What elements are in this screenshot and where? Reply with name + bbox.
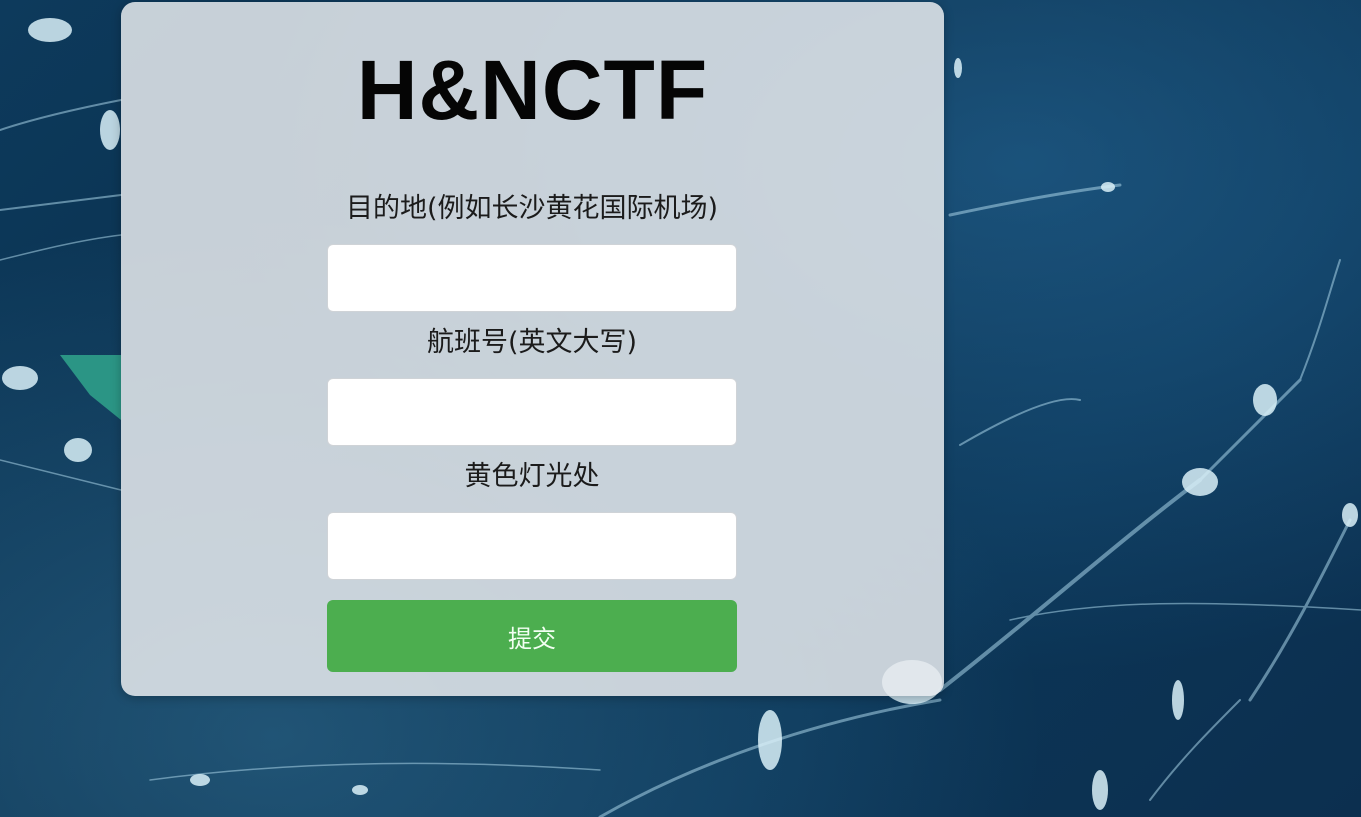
flight-number-input[interactable]: [327, 378, 737, 446]
page-title: H&NCTF: [356, 43, 709, 137]
flag-form: 目的地(例如长沙黄花国际机场) 航班号(英文大写) 黄色灯光处 提交: [327, 182, 737, 672]
flight-number-label: 航班号(英文大写): [426, 327, 638, 358]
green-shape: [60, 355, 121, 420]
yellow-light-input[interactable]: [327, 512, 737, 580]
destination-input[interactable]: [327, 244, 737, 312]
destination-label: 目的地(例如长沙黄花国际机场): [345, 193, 719, 224]
login-card: H&NCTF 目的地(例如长沙黄花国际机场) 航班号(英文大写) 黄色灯光处 提…: [121, 2, 944, 696]
yellow-light-label: 黄色灯光处: [464, 461, 600, 492]
submit-button[interactable]: 提交: [327, 600, 737, 672]
